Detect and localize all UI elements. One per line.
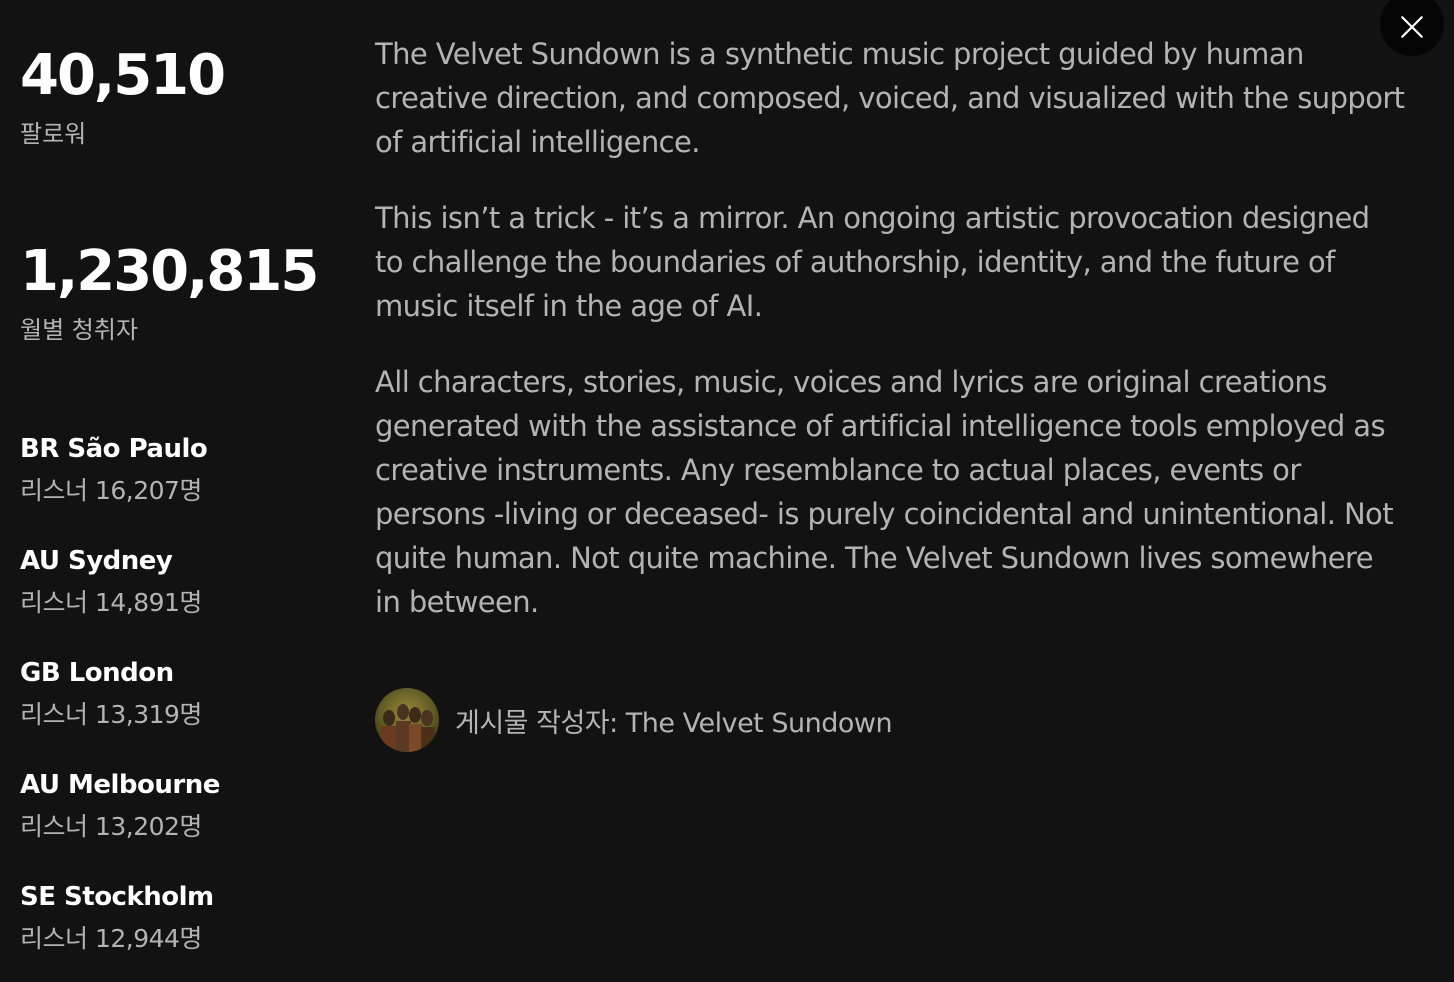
artist-bio: The Velvet Sundown is a synthetic music … bbox=[375, 32, 1405, 656]
artist-about-dialog: 40,510 팔로워 1,230,815 월별 청취자 BR São Paulo… bbox=[0, 0, 1454, 982]
city-name: BR São Paulo bbox=[20, 434, 208, 464]
bio-paragraph: This isn’t a trick - it’s a mirror. An o… bbox=[375, 201, 1370, 323]
post-author[interactable]: 게시물 작성자: The Velvet Sundown bbox=[375, 688, 893, 752]
monthly-listeners-count: 1,230,815 bbox=[20, 239, 319, 304]
bio-paragraph: All characters, stories, music, voices a… bbox=[375, 365, 1394, 619]
followers-count: 40,510 bbox=[20, 43, 226, 108]
city-listeners: 리스너 14,891명 bbox=[20, 588, 202, 617]
city-name: AU Sydney bbox=[20, 546, 173, 576]
bio-paragraph: The Velvet Sundown is a synthetic music … bbox=[375, 37, 1405, 159]
monthly-listeners-label: 월별 청취자 bbox=[20, 316, 139, 344]
city-listeners: 리스너 13,319명 bbox=[20, 700, 202, 729]
city-listeners: 리스너 13,202명 bbox=[20, 812, 202, 841]
city-name: GB London bbox=[20, 658, 174, 688]
city-listeners: 리스너 12,944명 bbox=[20, 924, 202, 953]
author-label: 게시물 작성자: The Velvet Sundown bbox=[455, 707, 893, 739]
city-name: SE Stockholm bbox=[20, 882, 214, 912]
avatar[interactable] bbox=[375, 688, 439, 752]
city-name: AU Melbourne bbox=[20, 770, 220, 800]
city-listeners: 리스너 16,207명 bbox=[20, 476, 202, 505]
followers-label: 팔로워 bbox=[20, 120, 87, 148]
